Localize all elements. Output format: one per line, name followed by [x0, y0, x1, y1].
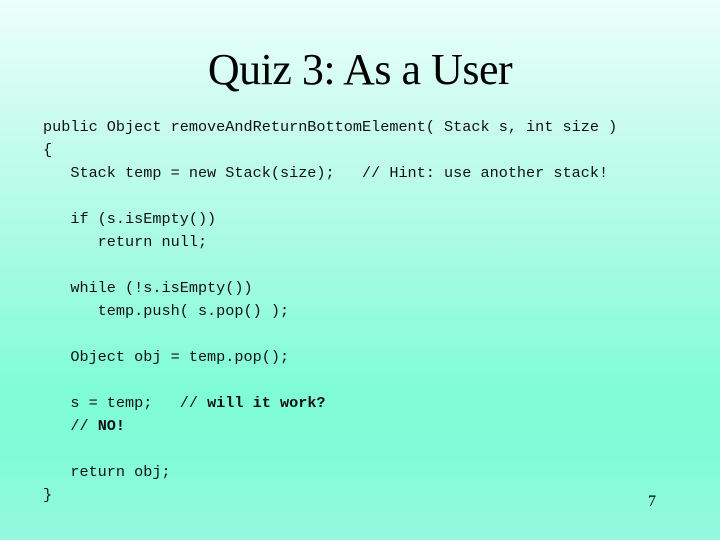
- code-line-return-null: return null;: [43, 233, 208, 251]
- code-line-assign: s = temp; // will it work?: [43, 392, 326, 414]
- code-line-answer: // NO!: [43, 415, 125, 437]
- comment-prefix: //: [179, 394, 208, 412]
- code-line-while: while (!s.isEmpty()): [43, 279, 253, 297]
- comment-prefix: //: [70, 417, 98, 435]
- slide-title: Quiz 3: As a User: [207, 45, 513, 94]
- code-line-push: temp.push( s.pop() );: [43, 302, 290, 320]
- code-line-signature: public Object removeAndReturnBottomEleme…: [43, 118, 618, 136]
- code-line-close-brace: }: [43, 486, 53, 504]
- page-number: 7: [648, 493, 656, 510]
- comment-no: NO!: [97, 417, 126, 435]
- code-line-open-brace: {: [43, 141, 53, 159]
- slide: Quiz 3: As a User public Object removeAn…: [0, 0, 720, 540]
- code-line-return-obj: return obj;: [43, 463, 171, 481]
- code-line-pop-obj: Object obj = temp.pop();: [43, 348, 290, 366]
- code-line-if-empty: if (s.isEmpty()): [43, 210, 217, 228]
- code-assign-text: s = temp;: [43, 394, 180, 412]
- code-block: public Object removeAndReturnBottomEleme…: [43, 116, 617, 504]
- code-line-temp-stack: Stack temp = new Stack(size); // Hint: u…: [43, 164, 609, 182]
- comment-will-it-work: will it work?: [207, 394, 326, 412]
